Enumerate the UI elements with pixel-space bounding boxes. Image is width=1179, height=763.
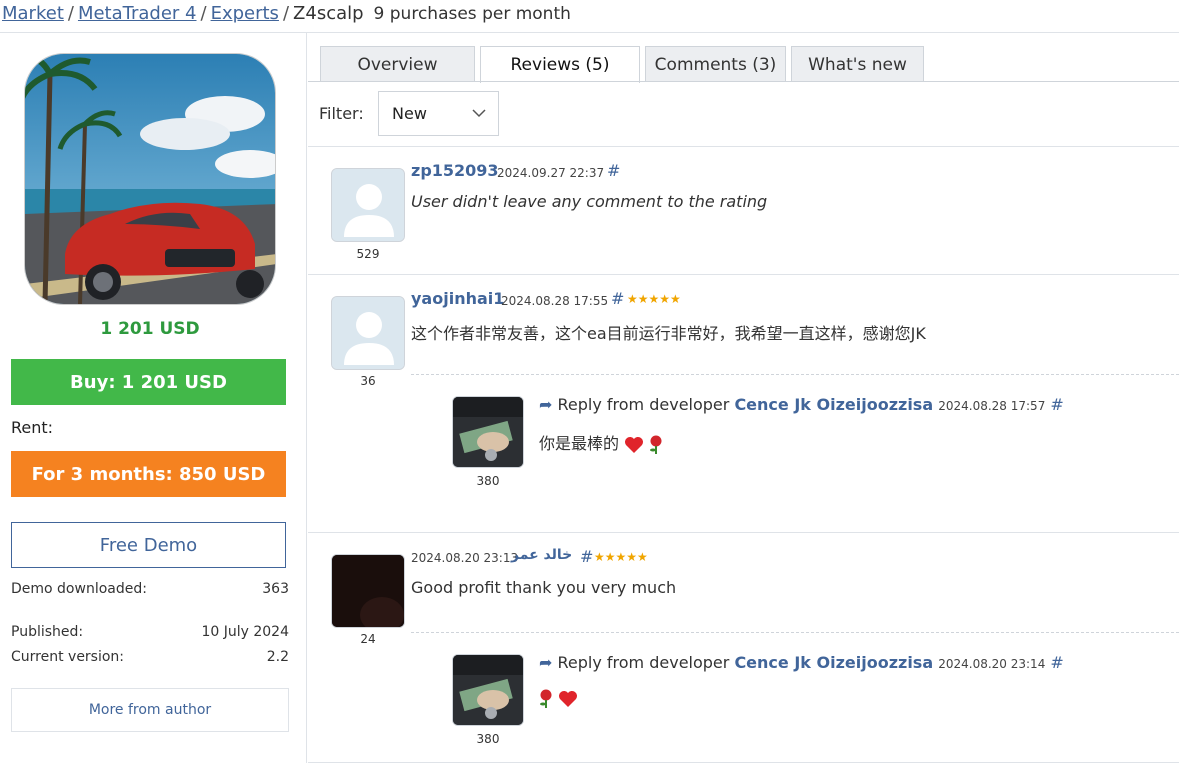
demo-downloaded-value: 363: [262, 581, 289, 597]
version-label: Current version:: [11, 649, 125, 665]
user-rating-number: 24: [360, 632, 376, 646]
tab-whats-new[interactable]: What's new: [791, 46, 924, 82]
more-from-author-button[interactable]: More from author: [11, 688, 289, 732]
developer-photo: [453, 655, 523, 725]
review-text: User didn't leave any comment to the rat…: [411, 192, 768, 211]
reply-divider: [411, 374, 1179, 375]
reply-permalink[interactable]: #: [1050, 395, 1063, 414]
buy-button[interactable]: Buy: 1 201 USD: [11, 359, 286, 405]
star-rating: ★★★★★: [627, 292, 681, 306]
rose-emoji-icon: [540, 689, 552, 708]
review-username[interactable]: خالد عمر: [511, 547, 572, 563]
breadcrumb: Market / MetaTrader 4/Experts / Z4scalp 9 pur…: [2, 3, 571, 27]
filter-selected-value: New: [392, 104, 427, 123]
reply-prefix: Reply from developer: [557, 653, 730, 672]
review-permalink[interactable]: #: [607, 161, 620, 180]
tab-comments[interactable]: Comments (3): [645, 46, 786, 82]
breadcrumb-separator: /: [282, 3, 290, 24]
developer-avatar[interactable]: [452, 396, 524, 468]
reply-text-row: 你是最棒的: [539, 430, 663, 455]
review-username[interactable]: yaojinhai1: [411, 289, 504, 308]
reply-date: 2024.08.20 23:14: [938, 657, 1046, 671]
filter-select[interactable]: New: [378, 91, 499, 136]
reply-header: ➦ Reply from developer Cence Jk Oizeijoo…: [539, 653, 1064, 672]
breadcrumb-separator: /: [200, 3, 207, 24]
heart-emoji-icon: [625, 436, 644, 453]
product-image[interactable]: [24, 53, 276, 305]
filter-label: Filter:: [319, 104, 364, 123]
user-photo: [332, 555, 404, 627]
reply-text-row: [539, 688, 578, 709]
breadcrumb-separator: /: [67, 3, 74, 24]
purchases-count: 9 purchases per month: [373, 4, 571, 24]
developer-name-link[interactable]: Cence Jk Oizeijoozzisa: [734, 395, 933, 414]
review-username[interactable]: zp152093: [411, 161, 499, 180]
review-divider: [308, 274, 1179, 275]
version-row: Current version: 2.2: [11, 649, 289, 665]
rent-button[interactable]: For 3 months: 850 USD: [11, 451, 286, 497]
default-user-icon: [332, 169, 404, 241]
heart-emoji-icon: [559, 690, 578, 707]
tab-bar: Overview Reviews (5) Comments (3) What's…: [320, 46, 929, 83]
avatar[interactable]: [331, 296, 405, 370]
review-permalink[interactable]: #: [580, 547, 593, 566]
review-date: 2024.08.20 23:13: [411, 551, 519, 565]
rose-emoji-icon: [650, 435, 662, 454]
rent-label: Rent:: [11, 418, 54, 437]
published-row: Published: 10 July 2024: [11, 624, 289, 640]
review-date: 2024.09.27 22:37: [497, 166, 605, 180]
developer-name-link[interactable]: Cence Jk Oizeijoozzisa: [734, 653, 933, 672]
version-value: 2.2: [266, 649, 289, 665]
developer-rating-number: 380: [476, 732, 500, 746]
reply-prefix: Reply from developer: [557, 395, 730, 414]
price: 1 201 USD: [100, 319, 200, 339]
tabs-divider: [308, 81, 1179, 82]
filter-divider: [308, 146, 1179, 147]
reply-arrow-icon: ➦: [539, 653, 553, 672]
reply-header: ➦ Reply from developer Cence Jk Oizeijoo…: [539, 395, 1064, 414]
review-text: 这个作者非常友善，这个ea目前运行非常好，我希望一直这样，感谢您JK: [411, 324, 926, 343]
user-rating-number: 36: [360, 374, 376, 388]
tab-overview[interactable]: Overview: [320, 46, 475, 82]
published-value: 10 July 2024: [201, 624, 289, 640]
developer-photo: [453, 397, 523, 467]
user-rating-number: 529: [356, 247, 380, 261]
demo-downloaded-label: Demo downloaded:: [11, 581, 147, 597]
review-permalink[interactable]: #: [611, 289, 624, 308]
review-date: 2024.08.28 17:55: [501, 294, 609, 308]
product-sidebar: 1 201 USD Buy: 1 201 USD Rent: For 3 mon…: [0, 33, 307, 763]
breadcrumb-platform-link[interactable]: MetaTrader 4: [78, 3, 197, 24]
default-user-icon: [332, 297, 404, 369]
reply-divider: [411, 632, 1179, 633]
reply-text: 你是最棒的: [539, 434, 620, 453]
reply-arrow-icon: ➦: [539, 395, 553, 414]
breadcrumb-market-link[interactable]: Market: [2, 3, 64, 24]
demo-downloaded-row: Demo downloaded: 363: [11, 581, 289, 597]
chevron-down-icon: [472, 109, 486, 118]
avatar[interactable]: [331, 168, 405, 242]
review-divider: [308, 532, 1179, 533]
developer-avatar[interactable]: [452, 654, 524, 726]
star-rating: ★★★★★: [594, 550, 648, 564]
tab-reviews[interactable]: Reviews (5): [480, 46, 640, 83]
breadcrumb-category-link[interactable]: Experts: [211, 3, 279, 24]
avatar[interactable]: [331, 554, 405, 628]
review-text: Good profit thank you very much: [411, 578, 677, 597]
published-label: Published:: [11, 624, 84, 640]
reply-permalink[interactable]: #: [1050, 653, 1063, 672]
free-demo-button[interactable]: Free Demo: [11, 522, 286, 568]
developer-rating-number: 380: [476, 474, 500, 488]
reply-date: 2024.08.28 17:57: [938, 399, 1046, 413]
breadcrumb-product: Z4scalp: [293, 3, 364, 24]
